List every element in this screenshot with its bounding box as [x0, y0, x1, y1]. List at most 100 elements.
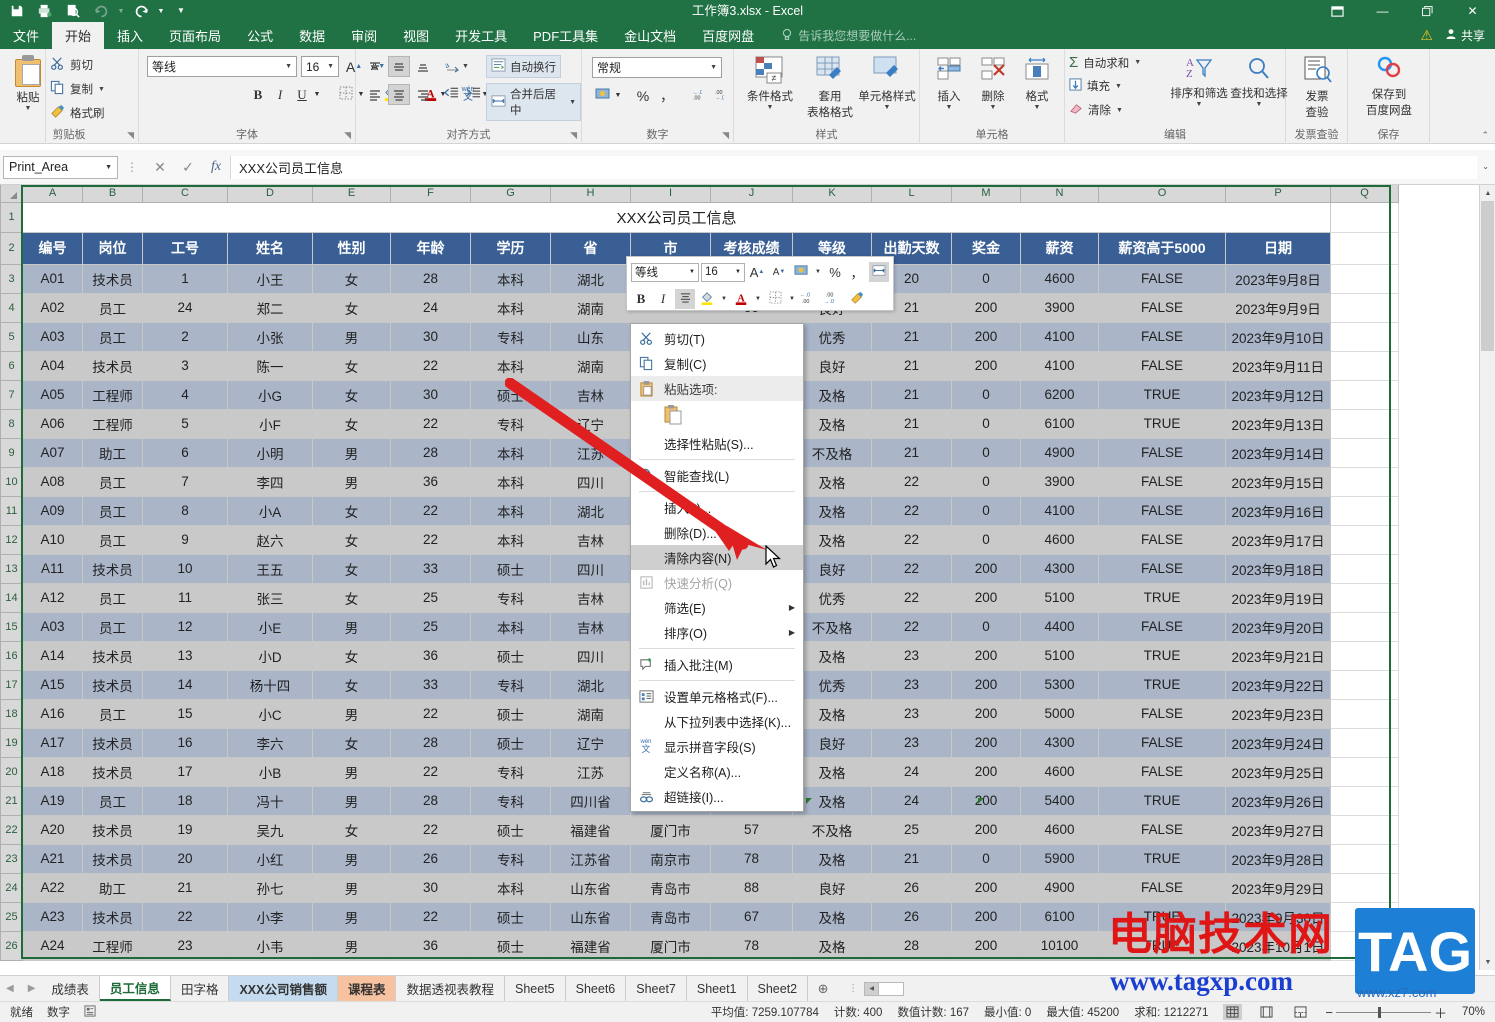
- cell-H15[interactable]: 吉林: [550, 611, 631, 642]
- align-right-button[interactable]: [412, 84, 434, 105]
- cell-I23[interactable]: 南京市: [630, 843, 711, 874]
- cell-N20[interactable]: 4600: [1020, 756, 1099, 787]
- cell-B15[interactable]: 员工: [82, 611, 143, 642]
- mini-increase-decimal-button[interactable]: ←.0.00: [799, 289, 821, 309]
- cell-Q4[interactable]: [1330, 292, 1399, 323]
- cell-C5[interactable]: 2: [142, 321, 228, 352]
- cell-C23[interactable]: 20: [142, 843, 228, 874]
- cell-F4[interactable]: 24: [390, 292, 471, 323]
- ribbon-tab-baidu-netdisk[interactable]: 百度网盘: [689, 22, 767, 49]
- font-size-combo[interactable]: 16 ▼: [301, 56, 339, 77]
- zoom-track[interactable]: [1335, 1006, 1431, 1018]
- cell-G3[interactable]: 本科: [470, 263, 551, 294]
- cell-Q12[interactable]: [1330, 524, 1399, 555]
- cell-P17[interactable]: 2023年9月22日: [1225, 669, 1331, 700]
- cell-A19[interactable]: A17: [22, 727, 83, 758]
- horizontal-scrollbar[interactable]: ◀: [864, 981, 905, 996]
- cell-A20[interactable]: A18: [22, 756, 83, 787]
- cell-B20[interactable]: 技术员: [82, 756, 143, 787]
- cell-A12[interactable]: A10: [22, 524, 83, 555]
- mini-font-size-combo[interactable]: 16 ▼: [701, 262, 745, 282]
- cell-A6[interactable]: A04: [22, 350, 83, 381]
- cell-H20[interactable]: 江苏: [550, 756, 631, 787]
- cell-B11[interactable]: 员工: [82, 495, 143, 526]
- cell-A22[interactable]: A20: [22, 814, 83, 845]
- cell-A13[interactable]: A11: [22, 553, 83, 584]
- mini-font-name-combo[interactable]: 等线 ▼: [631, 262, 699, 282]
- cell-A21[interactable]: A19: [22, 785, 83, 816]
- header-cell-13[interactable]: 薪资: [1020, 231, 1099, 265]
- cell-B19[interactable]: 技术员: [82, 727, 143, 758]
- cell-Q9[interactable]: [1330, 437, 1399, 468]
- cell-J23[interactable]: 78: [710, 843, 793, 874]
- cell-H4[interactable]: 湖南: [550, 292, 631, 323]
- row-header-1[interactable]: 1: [0, 201, 23, 233]
- cancel-edit-button[interactable]: ✕: [146, 156, 174, 179]
- cell-A24[interactable]: A22: [22, 872, 83, 903]
- cell-J24[interactable]: 88: [710, 872, 793, 903]
- accounting-format-button[interactable]: [592, 85, 614, 106]
- cell-P23[interactable]: 2023年9月28日: [1225, 843, 1331, 874]
- cell-B24[interactable]: 助工: [82, 872, 143, 903]
- percent-style-button[interactable]: %: [632, 85, 654, 106]
- zoom-in-button[interactable]: ＋: [1434, 1003, 1447, 1022]
- cell-H22[interactable]: 福建省: [550, 814, 631, 845]
- cell-K19[interactable]: 良好: [792, 727, 872, 758]
- header-cell-15[interactable]: 日期: [1225, 231, 1331, 265]
- cell-L19[interactable]: 23: [871, 727, 952, 758]
- delete-cells-button[interactable]: 删除 ▼: [972, 57, 1014, 111]
- cell-A23[interactable]: A21: [22, 843, 83, 874]
- cell-Q15[interactable]: [1330, 611, 1399, 642]
- cell-A3[interactable]: A01: [22, 263, 83, 294]
- cell-N9[interactable]: 4900: [1020, 437, 1099, 468]
- column-header-row[interactable]: A B C D E F G H I J K L M N O P Q: [0, 185, 1399, 203]
- row-header-3[interactable]: 3: [0, 263, 23, 294]
- mini-accounting-dropdown-icon[interactable]: ▼: [813, 262, 823, 282]
- cell-A11[interactable]: A09: [22, 495, 83, 526]
- header-cell-5[interactable]: 年龄: [390, 231, 471, 265]
- row-header-23[interactable]: 23: [0, 843, 23, 874]
- row-header-5[interactable]: 5: [0, 321, 23, 352]
- cell-A4[interactable]: A02: [22, 292, 83, 323]
- cell-G18[interactable]: 硕士: [470, 698, 551, 729]
- font-name-combo[interactable]: 等线 ▼: [147, 56, 297, 77]
- cell-L20[interactable]: 24: [871, 756, 952, 787]
- cell-K22[interactable]: 不及格: [792, 814, 872, 845]
- cell-Q6[interactable]: [1330, 350, 1399, 381]
- alignment-dialog-launcher[interactable]: ◥: [570, 130, 577, 141]
- cell-L12[interactable]: 22: [871, 524, 952, 555]
- cell-B25[interactable]: 技术员: [82, 901, 143, 932]
- mini-format-toolbar[interactable]: 等线 ▼ 16 ▼ A ▲ A ▼ ▼ % ， B I ▼ A ▼ ▼ ←.0 …: [626, 256, 894, 311]
- cell-C17[interactable]: 14: [142, 669, 228, 700]
- cell-N22[interactable]: 4600: [1020, 814, 1099, 845]
- mini-bold-button[interactable]: B: [631, 289, 651, 309]
- cell-P9[interactable]: 2023年9月14日: [1225, 437, 1331, 468]
- cell-J25[interactable]: 67: [710, 901, 793, 932]
- increase-decimal-button[interactable]: ←.0.00: [682, 85, 704, 106]
- cell-D25[interactable]: 小李: [227, 901, 313, 932]
- context-menu-item-cut[interactable]: 剪切(T): [631, 326, 803, 351]
- cell-D5[interactable]: 小张: [227, 321, 313, 352]
- paste-button[interactable]: 粘贴 ▼: [6, 55, 50, 112]
- cell-K13[interactable]: 良好: [792, 553, 872, 584]
- column-header-N[interactable]: N: [1020, 185, 1099, 203]
- horizontal-scroll-thumb[interactable]: ◀: [865, 982, 880, 995]
- bold-button[interactable]: B: [247, 84, 269, 105]
- cell-O13[interactable]: FALSE: [1098, 553, 1226, 584]
- row-header-14[interactable]: 14: [0, 582, 23, 613]
- cell-O18[interactable]: FALSE: [1098, 698, 1226, 729]
- cell-Q18[interactable]: [1330, 698, 1399, 729]
- cell-K18[interactable]: 及格: [792, 698, 872, 729]
- cell-L15[interactable]: 22: [871, 611, 952, 642]
- align-bottom-button[interactable]: [412, 56, 434, 77]
- cell-B17[interactable]: 技术员: [82, 669, 143, 700]
- cell-Q17[interactable]: [1330, 669, 1399, 700]
- column-header-A[interactable]: A: [22, 185, 83, 203]
- cell-F21[interactable]: 28: [390, 785, 471, 816]
- cell-D20[interactable]: 小B: [227, 756, 313, 787]
- share-button[interactable]: 共享: [1445, 27, 1485, 44]
- ribbon-tab-view[interactable]: 视图: [390, 22, 442, 49]
- cell-M11[interactable]: 0: [951, 495, 1021, 526]
- window-controls[interactable]: — ✕: [1315, 0, 1495, 22]
- cell-C9[interactable]: 6: [142, 437, 228, 468]
